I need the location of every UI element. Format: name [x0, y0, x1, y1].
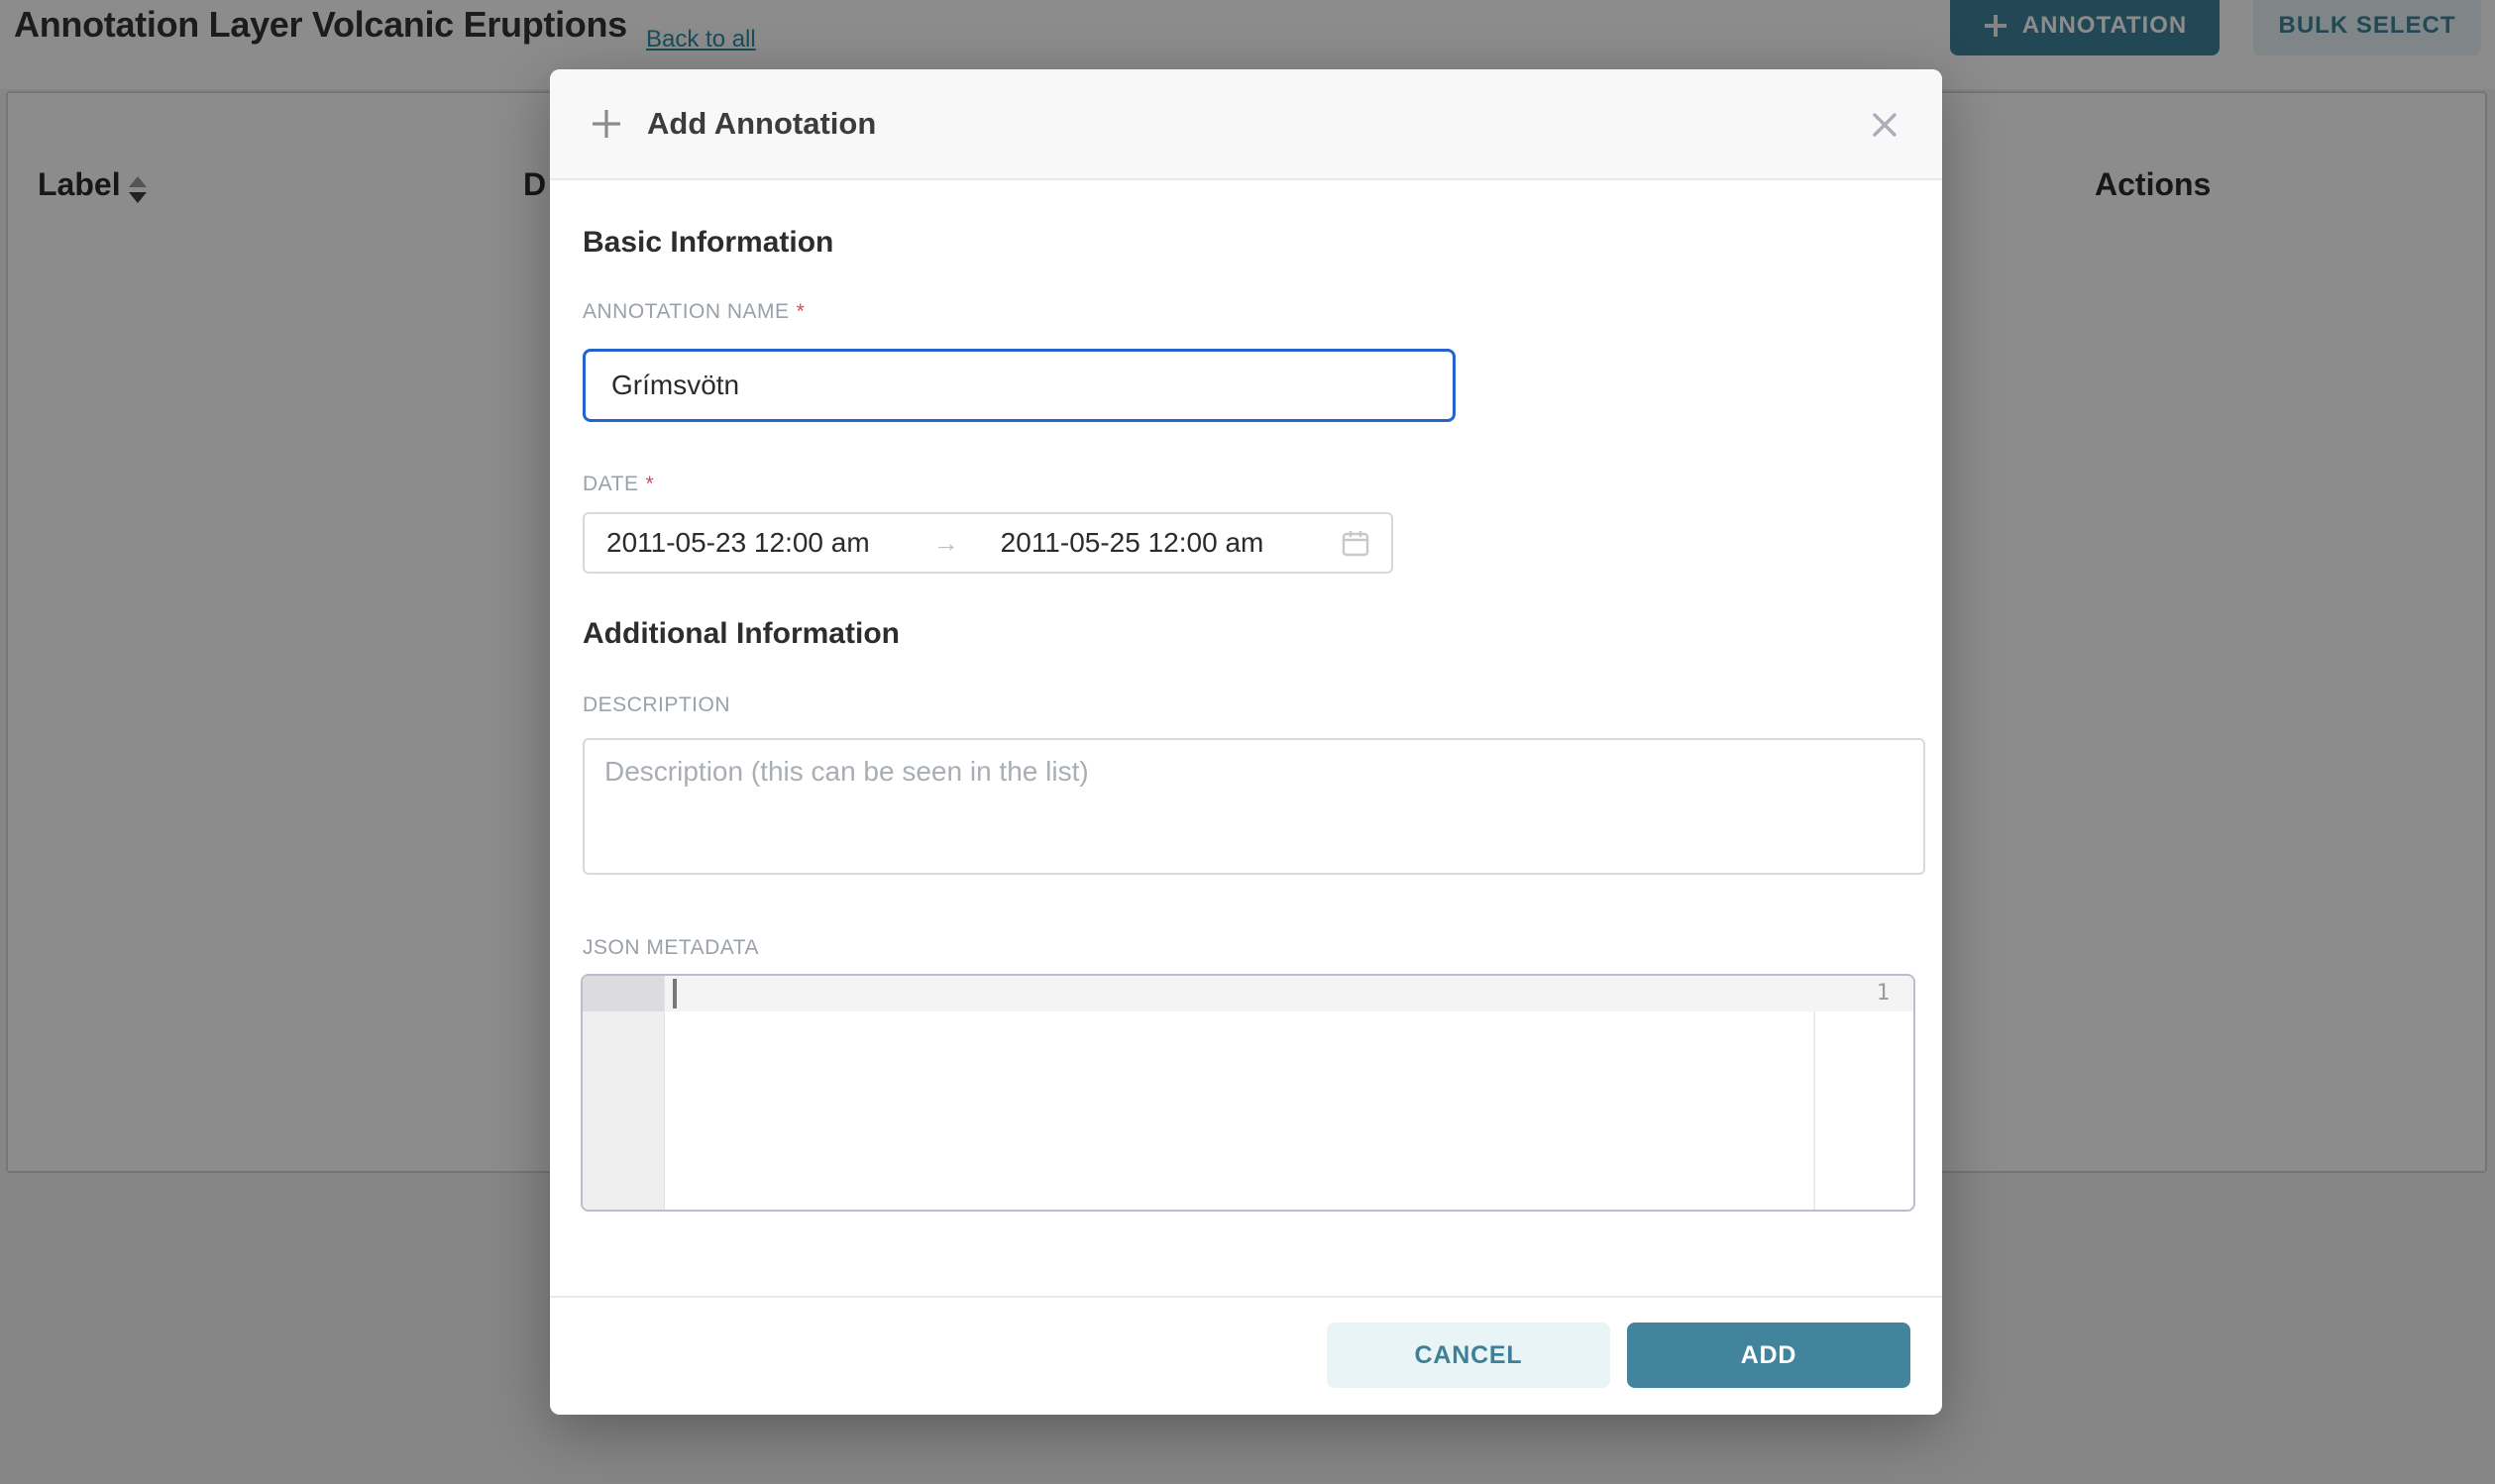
editor-line-number: 1: [1877, 981, 1890, 1006]
modal-header: Add Annotation: [550, 69, 1942, 180]
editor-active-line: [665, 976, 1913, 1011]
calendar-icon: [1342, 529, 1369, 557]
description-textarea[interactable]: [583, 738, 1925, 875]
date-range-picker[interactable]: 2011-05-23 12:00 am → 2011-05-25 12:00 a…: [583, 512, 1393, 574]
required-asterisk: *: [645, 473, 654, 495]
modal-footer-divider: [550, 1296, 1942, 1298]
arrow-right-icon: →: [933, 528, 959, 559]
annotation-name-input[interactable]: [583, 349, 1456, 422]
date-label: DATE*: [583, 473, 654, 496]
add-button[interactable]: ADD: [1627, 1323, 1910, 1388]
add-annotation-modal: Add Annotation Basic Information ANNOTAT…: [550, 69, 1942, 1415]
json-metadata-editor[interactable]: 1: [581, 974, 1915, 1212]
modal-title: Add Annotation: [647, 106, 876, 142]
date-start-value: 2011-05-23 12:00 am: [606, 527, 870, 559]
editor-text-cursor: [673, 979, 677, 1008]
app-root: Annotation Layer Volcanic Eruptions Back…: [0, 0, 2495, 1484]
close-icon[interactable]: [1867, 107, 1902, 143]
editor-print-margin: [1813, 1011, 1815, 1210]
annotation-name-label: ANNOTATION NAME*: [583, 300, 805, 324]
editor-gutter-active-cell: [583, 976, 664, 1011]
cancel-button[interactable]: CANCEL: [1327, 1323, 1610, 1388]
section-additional-information: Additional Information: [583, 617, 900, 651]
plus-icon: [590, 107, 623, 141]
section-basic-information: Basic Information: [583, 226, 833, 260]
required-asterisk: *: [797, 300, 806, 323]
json-metadata-label: JSON METADATA: [583, 936, 759, 960]
date-end-value: 2011-05-25 12:00 am: [1001, 527, 1264, 559]
description-label: DESCRIPTION: [583, 693, 730, 717]
